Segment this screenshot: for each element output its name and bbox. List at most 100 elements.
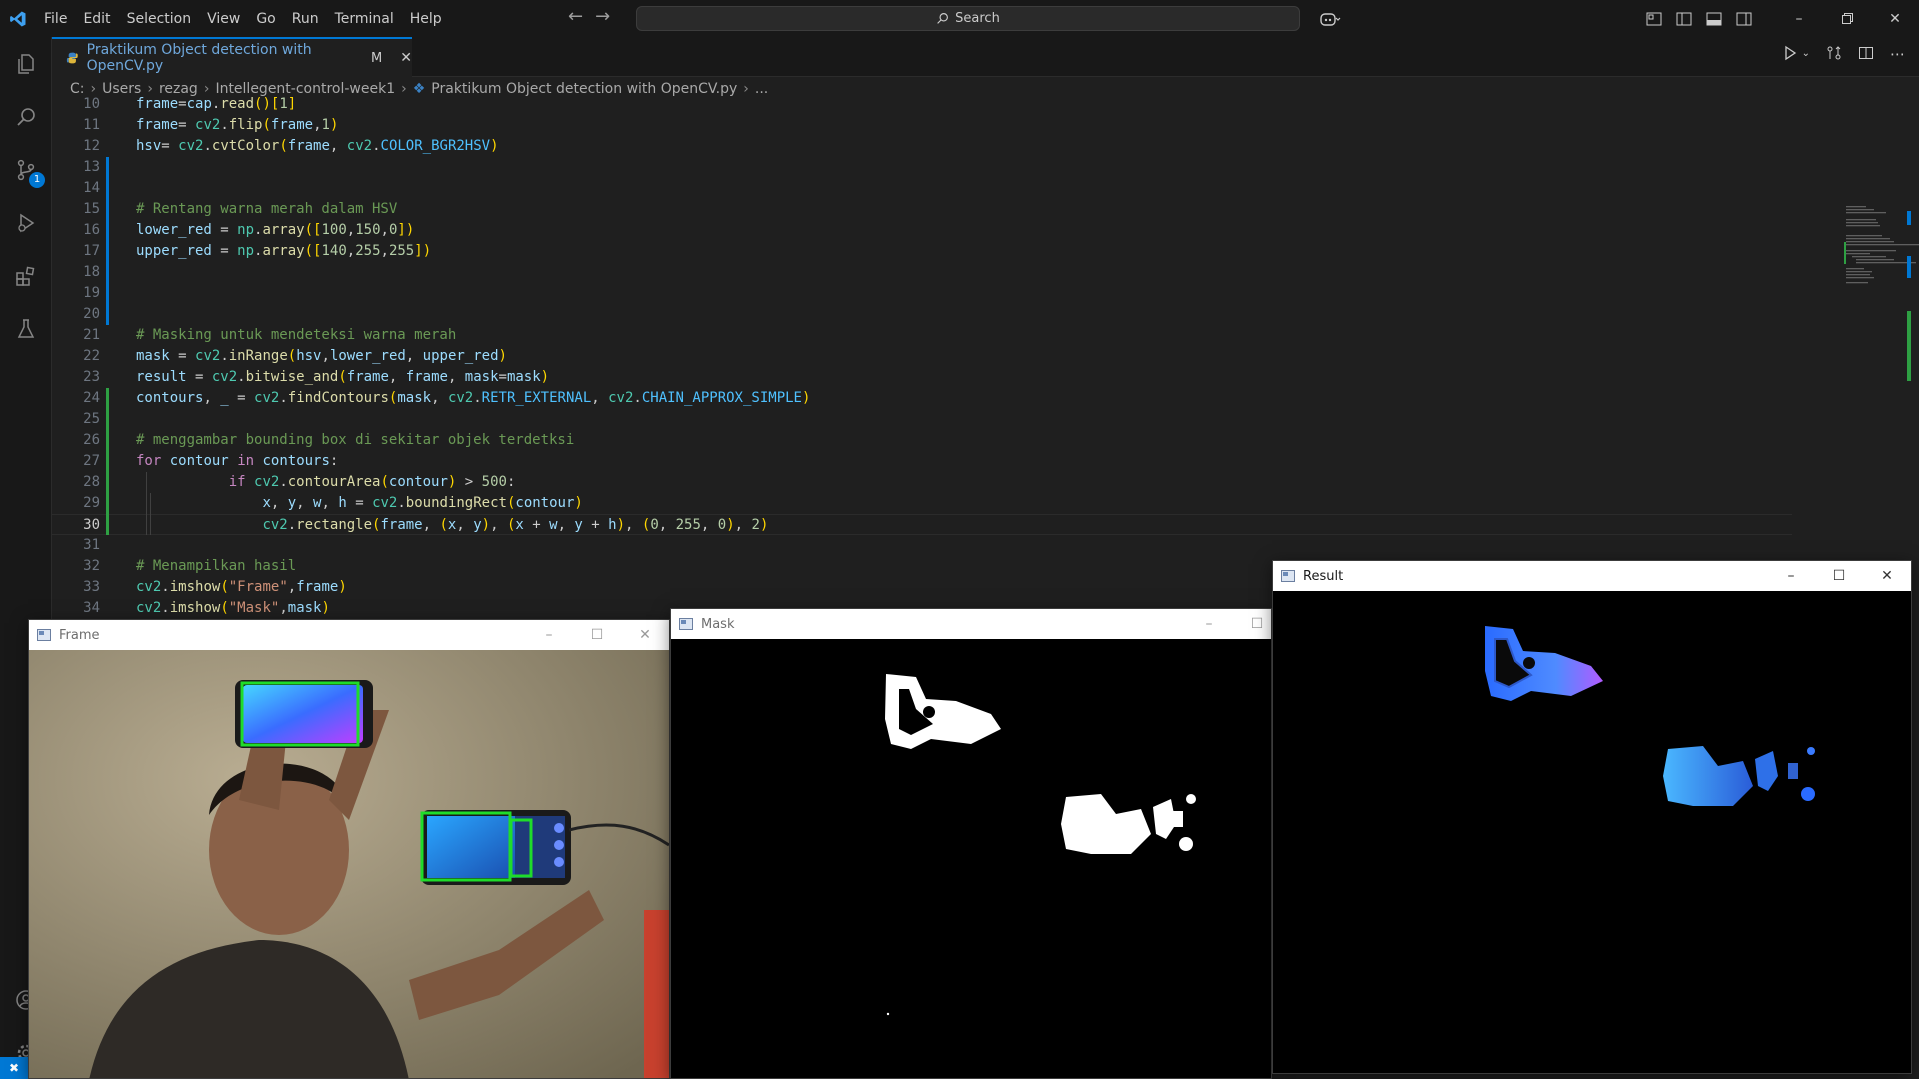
code-line[interactable]: 10 frame=cap.read()[1] (52, 94, 1792, 115)
close-window-icon[interactable]: ✕ (1871, 0, 1919, 37)
frame-maximize-icon[interactable]: ☐ (573, 620, 621, 650)
code-text: for contour in contours: (136, 453, 339, 469)
line-number: 28 (83, 474, 100, 490)
menu-file[interactable]: File (36, 6, 75, 32)
frame-window-titlebar[interactable]: Frame – ☐ ✕ (29, 620, 669, 650)
tab-modified-indicator: M (371, 50, 383, 66)
search-view-icon[interactable] (0, 90, 52, 143)
menu-edit[interactable]: Edit (75, 6, 118, 32)
result-maximize-icon[interactable]: ☐ (1815, 561, 1863, 591)
toggle-secondary-sidebar-icon[interactable] (1729, 0, 1759, 37)
window-app-icon (37, 629, 51, 641)
frame-close-icon[interactable]: ✕ (621, 620, 669, 650)
restore-window-icon[interactable] (1823, 0, 1871, 37)
menu-selection[interactable]: Selection (119, 6, 200, 32)
code-line[interactable]: 11 frame= cv2.flip(frame,1) (52, 115, 1792, 136)
code-line[interactable]: 25 (52, 409, 1792, 430)
menu-go[interactable]: Go (248, 6, 283, 32)
code-line[interactable]: 23 result = cv2.bitwise_and(frame, frame,… (52, 367, 1792, 388)
command-center-search[interactable]: Search (636, 6, 1300, 31)
code-line[interactable]: 28 if cv2.contourArea(contour) > 500: (52, 472, 1792, 493)
editor-actions: ⌄ ⋯ (1782, 45, 1905, 65)
explorer-icon[interactable] (0, 37, 52, 90)
tab-close-icon[interactable]: ✕ (400, 50, 412, 66)
code-line[interactable]: 30 cv2.rectangle(frame, (x, y), (x + w, y… (52, 514, 1792, 535)
line-number: 19 (83, 285, 100, 301)
code-line[interactable]: 21 # Masking untuk mendeteksi warna merah (52, 325, 1792, 346)
search-label: Search (955, 11, 1000, 26)
nav-arrows: ← → (568, 6, 610, 27)
code-line[interactable]: 20 (52, 304, 1792, 325)
result-minimize-icon[interactable]: – (1767, 561, 1815, 591)
code-text: cv2.rectangle(frame, (x, y), (x + w, y +… (262, 517, 769, 533)
title-bar-right: – ✕ (1639, 0, 1919, 37)
line-number: 11 (83, 117, 100, 133)
line-number: 12 (83, 138, 100, 154)
line-number: 30 (83, 517, 100, 533)
line-number: 34 (83, 600, 100, 616)
mask-minimize-icon[interactable]: – (1185, 609, 1233, 639)
result-window-titlebar[interactable]: Result – ☐ ✕ (1273, 561, 1911, 591)
vscode-logo-icon (0, 0, 36, 37)
line-number: 14 (83, 180, 100, 196)
code-line[interactable]: 27 for contour in contours: (52, 451, 1792, 472)
code-line[interactable]: 29 x, y, w, h = cv2.boundingRect(contour) (52, 493, 1792, 514)
line-number: 23 (83, 369, 100, 385)
frame-minimize-icon[interactable]: – (525, 620, 573, 650)
code-text: cv2.imshow("Mask",mask) (136, 600, 330, 616)
mask-window: Mask – ☐ (670, 608, 1272, 1079)
toggle-panel-icon[interactable] (1699, 0, 1729, 37)
line-number: 10 (83, 96, 100, 112)
forward-arrow-icon[interactable]: → (595, 6, 610, 27)
open-changes-icon[interactable] (1826, 45, 1842, 65)
code-line[interactable]: 22 mask = cv2.inRange(hsv,lower_red, uppe… (52, 346, 1792, 367)
source-control-icon[interactable]: 1 (0, 143, 52, 196)
scrollbar-marker (1907, 311, 1911, 381)
tab-active-file[interactable]: Praktikum Object detection with OpenCV.p… (52, 37, 412, 77)
code-line[interactable]: 12 hsv= cv2.cvtColor(frame, cv2.COLOR_BGR… (52, 136, 1792, 157)
extensions-icon[interactable] (0, 249, 52, 302)
line-number: 16 (83, 222, 100, 238)
more-actions-icon[interactable]: ⋯ (1890, 45, 1905, 65)
testing-flask-icon[interactable] (0, 302, 52, 355)
code-line[interactable]: 19 (52, 283, 1792, 304)
toggle-primary-sidebar-icon[interactable] (1669, 0, 1699, 37)
code-text: result = cv2.bitwise_and(frame, frame, m… (136, 369, 550, 385)
line-number: 17 (83, 243, 100, 259)
result-close-icon[interactable]: ✕ (1863, 561, 1911, 591)
code-text: x, y, w, h = cv2.boundingRect(contour) (262, 495, 583, 511)
customize-layout-icon[interactable] (1639, 0, 1669, 37)
line-number: 25 (83, 411, 100, 427)
scrollbar-marker (1907, 211, 1911, 225)
code-line[interactable]: 24 contours, _ = cv2.findContours(mask, c… (52, 388, 1792, 409)
split-editor-icon[interactable] (1858, 45, 1874, 65)
code-line[interactable]: 13 (52, 157, 1792, 178)
code-line[interactable]: 18 (52, 262, 1792, 283)
remote-indicator-icon[interactable]: ✖ (0, 1057, 28, 1079)
code-text: lower_red = np.array([100,150,0]) (136, 222, 415, 238)
line-number: 26 (83, 432, 100, 448)
code-line[interactable]: 15 # Rentang warna merah dalam HSV (52, 199, 1792, 220)
menu-bar: File Edit Selection View Go Run Terminal… (36, 0, 450, 37)
tab-title: Praktikum Object detection with OpenCV.p… (86, 42, 312, 74)
copilot-icon[interactable] (1310, 0, 1350, 37)
mask-window-titlebar[interactable]: Mask – ☐ (671, 609, 1271, 639)
menu-view[interactable]: View (199, 6, 248, 32)
code-text: upper_red = np.array([140,255,255]) (136, 243, 432, 259)
minimize-window-icon[interactable]: – (1775, 0, 1823, 37)
code-line[interactable]: 17 upper_red = np.array([140,255,255]) (52, 241, 1792, 262)
run-python-file-icon[interactable] (1782, 45, 1798, 65)
code-line[interactable]: 26 # menggambar bounding box di sekitar o… (52, 430, 1792, 451)
menu-terminal[interactable]: Terminal (327, 6, 402, 32)
back-arrow-icon[interactable]: ← (568, 6, 583, 27)
code-line[interactable]: 31 (52, 535, 1792, 556)
run-debug-icon[interactable] (0, 196, 52, 249)
code-text: cv2.imshow("Frame",frame) (136, 579, 347, 595)
line-number: 20 (83, 306, 100, 322)
frame-window-title: Frame (59, 627, 100, 643)
code-line[interactable]: 14 (52, 178, 1792, 199)
menu-help[interactable]: Help (402, 6, 450, 32)
code-line[interactable]: 16 lower_red = np.array([100,150,0]) (52, 220, 1792, 241)
menu-run[interactable]: Run (284, 6, 327, 32)
run-dropdown-chevron-icon[interactable]: ⌄ (1802, 48, 1810, 65)
